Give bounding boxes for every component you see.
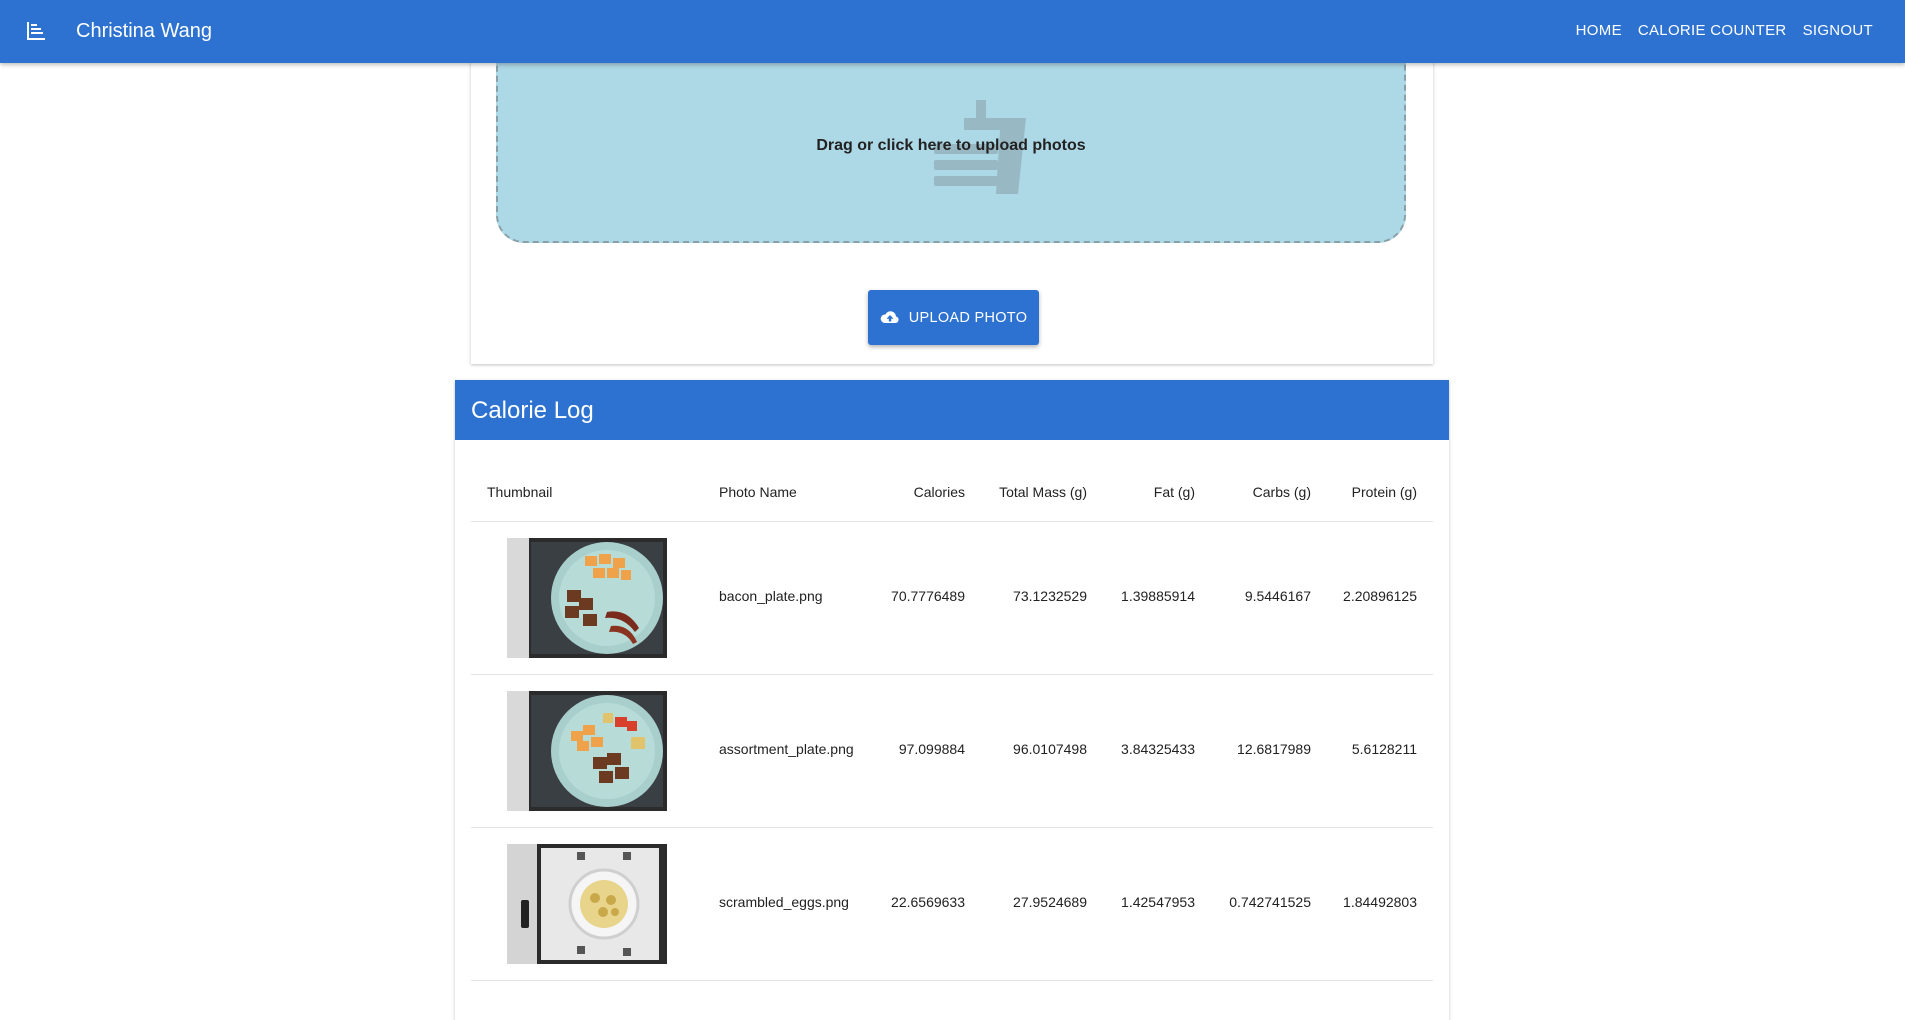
calories-value: 22.6569633 — [891, 894, 965, 910]
calorie-log-header: Calorie Log — [455, 380, 1449, 440]
photo-name: scrambled_eggs.png — [719, 894, 849, 910]
nav-home[interactable]: HOME — [1576, 19, 1622, 43]
food-thumbnail[interactable] — [507, 691, 667, 811]
column-header-photo-name[interactable]: Photo Name — [719, 484, 797, 500]
calories-value: 70.7776489 — [891, 588, 965, 604]
food-thumbnail[interactable] — [507, 844, 667, 964]
carbs-value: 0.742741525 — [1229, 894, 1311, 910]
table-row[interactable]: scrambled_eggs.png 22.6569633 27.9524689… — [471, 828, 1433, 981]
nutrition-logo-icon[interactable] — [25, 20, 47, 42]
fat-value: 1.42547953 — [1121, 894, 1195, 910]
upload-photo-button[interactable]: UPLOAD PHOTO — [868, 290, 1039, 345]
nav-signout[interactable]: SIGNOUT — [1803, 19, 1873, 43]
calories-value: 97.099884 — [898, 741, 965, 757]
table-header-row: Thumbnail Photo Name Calories Total Mass… — [471, 466, 1433, 522]
protein-value: 2.20896125 — [1343, 588, 1417, 604]
column-header-total-mass[interactable]: Total Mass (g) — [999, 484, 1087, 500]
total-mass-value: 96.0107498 — [1013, 741, 1087, 757]
column-header-fat[interactable]: Fat (g) — [1154, 484, 1195, 500]
fat-value: 1.39885914 — [1121, 588, 1195, 604]
column-header-protein[interactable]: Protein (g) — [1352, 484, 1417, 500]
calorie-log-title: Calorie Log — [471, 397, 594, 424]
fat-value: 3.84325433 — [1121, 741, 1195, 757]
column-header-thumbnail[interactable]: Thumbnail — [487, 484, 552, 500]
protein-value: 1.84492803 — [1343, 894, 1417, 910]
photo-name: bacon_plate.png — [719, 588, 823, 604]
table-row[interactable]: bacon_plate.png 70.7776489 73.1232529 1.… — [471, 522, 1433, 675]
carbs-value: 9.5446167 — [1244, 588, 1311, 604]
app-bar: Christina Wang HOME CALORIE COUNTER SIGN… — [0, 0, 1905, 63]
photo-name: assortment_plate.png — [719, 741, 854, 757]
calorie-log-card: Calorie Log Thumbnail Photo Name Calorie… — [455, 380, 1449, 1020]
column-header-carbs[interactable]: Carbs (g) — [1253, 484, 1311, 500]
upload-button-label: UPLOAD PHOTO — [908, 309, 1028, 326]
nav-calorie-counter[interactable]: CALORIE COUNTER — [1638, 19, 1787, 43]
calorie-log-table: Thumbnail Photo Name Calories Total Mass… — [471, 466, 1433, 981]
cloud-upload-icon — [880, 310, 899, 323]
photo-dropzone[interactable]: Drag or click here to upload photos — [496, 50, 1406, 243]
carbs-value: 12.6817989 — [1237, 741, 1311, 757]
total-mass-value: 27.9524689 — [1013, 894, 1087, 910]
total-mass-value: 73.1232529 — [1013, 588, 1087, 604]
dropzone-label: Drag or click here to upload photos — [816, 137, 1086, 154]
table-row[interactable]: assortment_plate.png 97.099884 96.010749… — [471, 675, 1433, 828]
user-name-title: Christina Wang — [76, 20, 212, 42]
column-header-calories[interactable]: Calories — [914, 484, 965, 500]
top-nav: HOME CALORIE COUNTER SIGNOUT — [1576, 19, 1873, 43]
food-thumbnail[interactable] — [507, 538, 667, 658]
upload-card: Drag or click here to upload photos UPLO… — [471, 40, 1433, 364]
protein-value: 5.6128211 — [1351, 741, 1417, 757]
